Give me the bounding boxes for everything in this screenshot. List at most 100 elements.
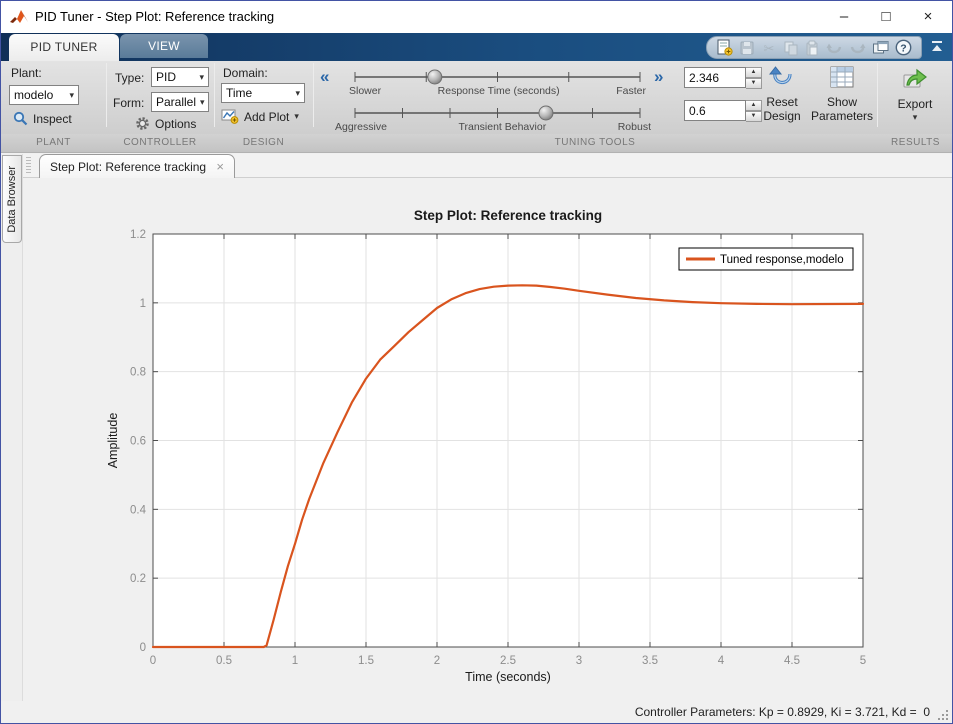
form-dropdown[interactable]: Parallel ▾ [151,92,209,112]
chevron-down-icon: ▾ [291,88,300,99]
export-icon [900,65,930,91]
svg-text:Amplitude: Amplitude [106,413,120,469]
svg-text:0.2: 0.2 [130,573,146,585]
slider-label-slower: Slower [349,85,381,97]
section-plant: PLANT [1,137,106,148]
svg-text:0.4: 0.4 [130,504,147,516]
chevron-down-icon: ▾ [65,90,74,101]
chevron-down-icon: ▾ [195,72,204,83]
maximize-button[interactable]: □ [864,1,908,32]
add-plot-icon [221,109,239,124]
new-script-icon[interactable] [716,39,733,56]
cut-icon[interactable]: ✂ [761,40,777,56]
svg-text:1.5: 1.5 [358,655,374,667]
svg-text:1.2: 1.2 [130,229,146,241]
matlab-logo-icon [9,8,29,26]
reset-design-button[interactable]: Reset Design [754,65,810,124]
magnifier-icon [13,111,28,126]
redo-icon[interactable] [849,40,866,56]
svg-text:1: 1 [140,298,146,310]
options-button[interactable]: Options [135,116,196,131]
slider-label-faster: Faster [616,85,646,97]
minimize-button[interactable]: – [822,1,866,32]
undo-icon[interactable] [826,40,843,56]
step-plot-canvas[interactable]: 00.511.522.533.544.5500.20.40.60.811.2St… [23,178,953,701]
section-results: RESULTS [877,137,953,148]
tab-pid-tuner[interactable]: PID TUNER [9,34,119,61]
undo-arrow-icon [769,65,795,89]
window-title: PID Tuner - Step Plot: Reference trackin… [35,9,274,24]
tab-drag-grip[interactable] [26,157,31,174]
export-button[interactable]: Export ▾ [885,65,945,123]
chart-grid [153,234,863,647]
parameters-table-icon [829,65,855,89]
section-design: DESIGN [214,137,313,148]
svg-text:0: 0 [140,642,146,654]
svg-text:3: 3 [576,655,582,667]
type-dropdown[interactable]: PID ▾ [151,67,209,87]
chevron-down-icon: ▾ [885,112,945,123]
inspect-button[interactable]: Inspect [13,111,72,126]
form-label: Form: [113,96,144,110]
tab-close-icon[interactable]: × [208,159,224,174]
domain-dropdown[interactable]: Time ▾ [221,83,305,103]
response-time-input[interactable] [684,67,746,88]
add-plot-button[interactable]: Add Plot ▾ [221,109,299,124]
tab-view[interactable]: VIEW [120,34,208,58]
svg-text:Time (seconds): Time (seconds) [465,670,551,684]
svg-text:✂: ✂ [763,41,774,56]
slider-label-transient: Transient Behavior [387,121,618,133]
ribbon-section-labels: PLANT CONTROLLER DESIGN TUNING TOOLS RES… [1,134,952,153]
paste-icon[interactable] [804,40,820,56]
data-browser-tab[interactable]: Data Browser [2,155,22,243]
svg-text:0.6: 0.6 [130,436,146,448]
transient-behavior-input[interactable] [684,100,746,121]
step-plot-tab[interactable]: Step Plot: Reference tracking × [39,154,235,178]
svg-text:0: 0 [150,655,156,667]
svg-text:0.5: 0.5 [216,655,232,667]
chevron-down-icon: ▾ [196,97,205,108]
section-tuning-tools: TUNING TOOLS [313,137,877,148]
svg-text:4.5: 4.5 [784,655,800,667]
chart-legend[interactable]: Tuned response,modelo [679,248,853,270]
slider-label-aggressive: Aggressive [335,121,387,133]
show-parameters-button[interactable]: Show Parameters [811,65,873,124]
svg-text:5: 5 [860,655,866,667]
type-label: Type: [115,71,144,85]
section-controller: CONTROLLER [106,137,214,148]
svg-text:4: 4 [718,655,725,667]
svg-text:3.5: 3.5 [642,655,658,667]
ribbon: Plant: modelo ▾ Inspect Type: PID ▾ Form… [1,61,952,134]
chevron-down-icon: ▾ [294,111,299,122]
help-icon[interactable]: ? [895,39,912,56]
controller-parameters-text: Controller Parameters: Kp = 0.8929, Ki =… [635,705,930,719]
title-bar: PID Tuner - Step Plot: Reference trackin… [1,1,952,33]
response-time-spinner: ▲ ▼ [684,67,764,88]
svg-text:2.5: 2.5 [500,655,516,667]
svg-text:Step Plot: Reference tracking: Step Plot: Reference tracking [414,208,602,223]
ribbon-tab-strip: PID TUNER VIEW ✂ [1,33,952,61]
gear-icon [135,116,150,131]
plant-dropdown[interactable]: modelo ▾ [9,85,79,105]
slider-label-robust: Robust [618,121,651,133]
svg-text:0.8: 0.8 [130,367,146,379]
close-button[interactable]: × [906,1,950,32]
save-icon[interactable] [739,40,755,56]
svg-text:1: 1 [292,655,298,667]
slider-page-left-button[interactable]: « [320,67,329,87]
svg-text:?: ? [900,42,906,54]
window-layout-icon[interactable] [872,40,889,56]
status-bar: Controller Parameters: Kp = 0.8929, Ki =… [1,701,952,723]
domain-label: Domain: [223,66,268,80]
copy-icon[interactable] [783,40,799,56]
pid-tuner-window: PID Tuner - Step Plot: Reference trackin… [0,0,953,724]
plant-label: Plant: [11,66,42,80]
svg-text:Tuned response,modelo: Tuned response,modelo [720,254,844,266]
quick-access-toolbar: ✂ [706,36,922,59]
left-panel-strip: Data Browser [1,154,23,701]
resize-grip[interactable] [938,710,948,720]
slider-page-right-button[interactable]: » [654,67,663,87]
collapse-ribbon-icon[interactable] [928,38,946,56]
transient-behavior-spinner: ▲ ▼ [684,100,764,121]
figure-area: 00.511.522.533.544.5500.20.40.60.811.2St… [23,178,953,701]
